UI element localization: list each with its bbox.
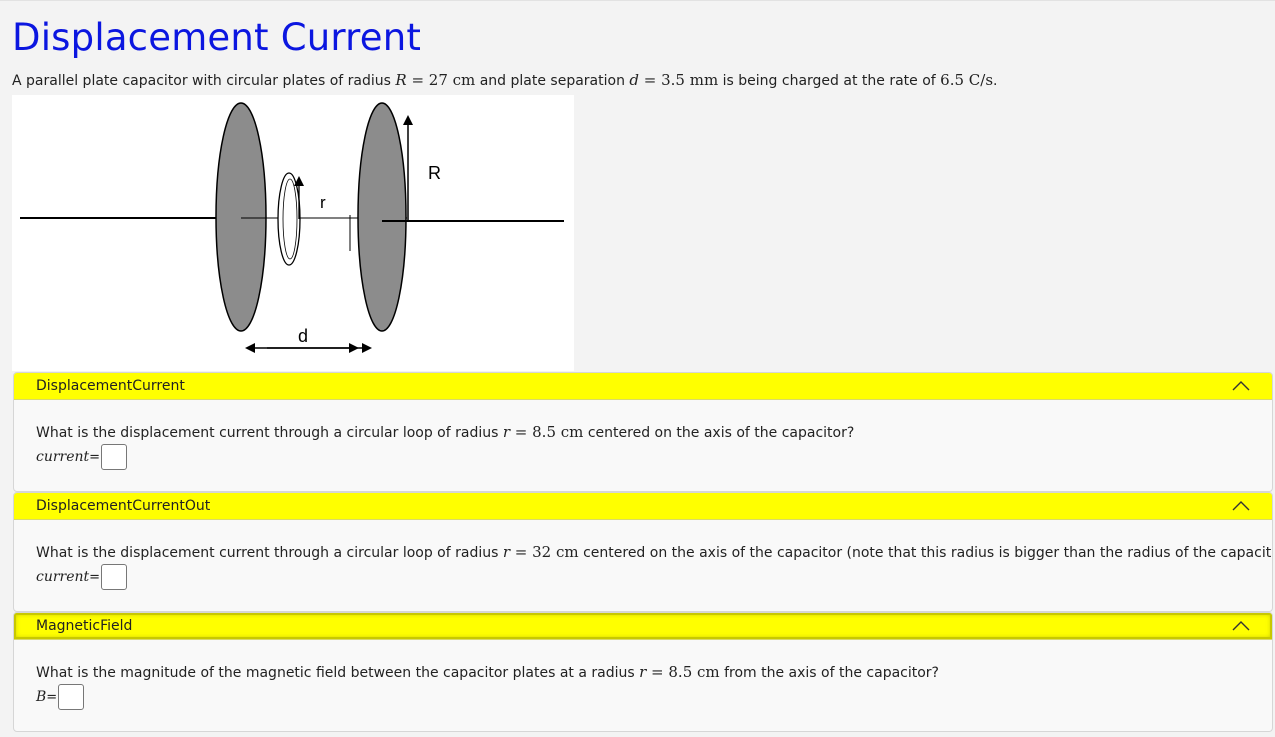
question-r-symbol: r	[502, 543, 511, 561]
equals-sign: =	[89, 569, 101, 585]
question-post: centered on the axis of the capacitor?	[587, 425, 855, 441]
intro-d-symbol: d	[629, 71, 640, 89]
panel-displacement-current: DisplacementCurrent What is the displace…	[13, 372, 1273, 492]
chevron-up-icon[interactable]	[1232, 620, 1250, 632]
intro-rate: 6.5 C/s	[940, 71, 994, 89]
page: Displacement Current A parallel plate ca…	[0, 0, 1275, 737]
answer-row: B =	[36, 684, 85, 710]
panel-header-displacement-current[interactable]: DisplacementCurrent	[14, 373, 1272, 400]
question-r-value: = 8.5 cm	[646, 663, 720, 681]
answer-input-magnetic-field[interactable]	[58, 684, 85, 710]
answer-label: current	[36, 569, 90, 585]
panel-magnetic-field: MagneticField What is the magnitude of t…	[13, 612, 1273, 732]
panel-header-displacement-current-out[interactable]: DisplacementCurrentOut	[14, 493, 1272, 520]
R-label: R	[428, 163, 441, 183]
equals-sign: =	[89, 449, 101, 465]
page-title: Displacement Current	[12, 16, 422, 59]
panel-title: DisplacementCurrent	[36, 378, 185, 394]
question-text: What is the magnitude of the magnetic fi…	[36, 662, 939, 683]
panel-title: DisplacementCurrentOut	[36, 498, 211, 514]
answer-input-current-out[interactable]	[101, 564, 128, 590]
question-r-symbol: r	[502, 423, 511, 441]
answer-row: current =	[36, 564, 128, 590]
intro-R-value: = 27 cm	[406, 71, 476, 89]
answer-label: B	[36, 689, 47, 705]
panel-displacement-current-out: DisplacementCurrentOut What is the displ…	[13, 492, 1273, 612]
question-pre: What is the magnitude of the magnetic fi…	[36, 665, 635, 681]
capacitor-diagram: r R d	[20, 102, 564, 353]
question-text: What is the displacement current through…	[36, 542, 1273, 563]
question-pre: What is the displacement current through…	[36, 545, 499, 561]
panel-header-magnetic-field[interactable]: MagneticField	[14, 613, 1272, 640]
intro-d-value: = 3.5 mm	[639, 71, 719, 89]
question-post: from the axis of the capacitor?	[724, 665, 939, 681]
intro-period: .	[993, 73, 998, 89]
chevron-up-icon[interactable]	[1232, 500, 1250, 512]
question-text: What is the displacement current through…	[36, 422, 854, 443]
chevron-up-icon[interactable]	[1232, 380, 1250, 392]
question-r-value: = 32 cm	[510, 543, 579, 561]
intro-text-2: and plate separation	[479, 73, 625, 89]
question-r-value: = 8.5 cm	[510, 423, 584, 441]
top-divider	[0, 0, 1275, 1]
answer-input-current[interactable]	[101, 444, 128, 470]
question-pre: What is the displacement current through…	[36, 425, 499, 441]
right-plate	[357, 102, 407, 332]
capacitor-figure: r R d	[12, 95, 574, 371]
panel-title: MagneticField	[36, 618, 133, 634]
answer-row: current =	[36, 444, 128, 470]
r-label: r	[320, 193, 326, 212]
d-label: d	[298, 326, 308, 346]
intro-text-1: A parallel plate capacitor with circular…	[12, 73, 391, 89]
problem-intro: A parallel plate capacitor with circular…	[12, 70, 997, 91]
answer-label: current	[36, 449, 90, 465]
left-plate	[215, 102, 267, 332]
equals-sign: =	[46, 689, 58, 705]
intro-R-symbol: R	[395, 71, 407, 89]
question-post: centered on the axis of the capacitor (n…	[583, 545, 1273, 561]
intro-text-3: is being charged at the rate of	[722, 73, 936, 89]
